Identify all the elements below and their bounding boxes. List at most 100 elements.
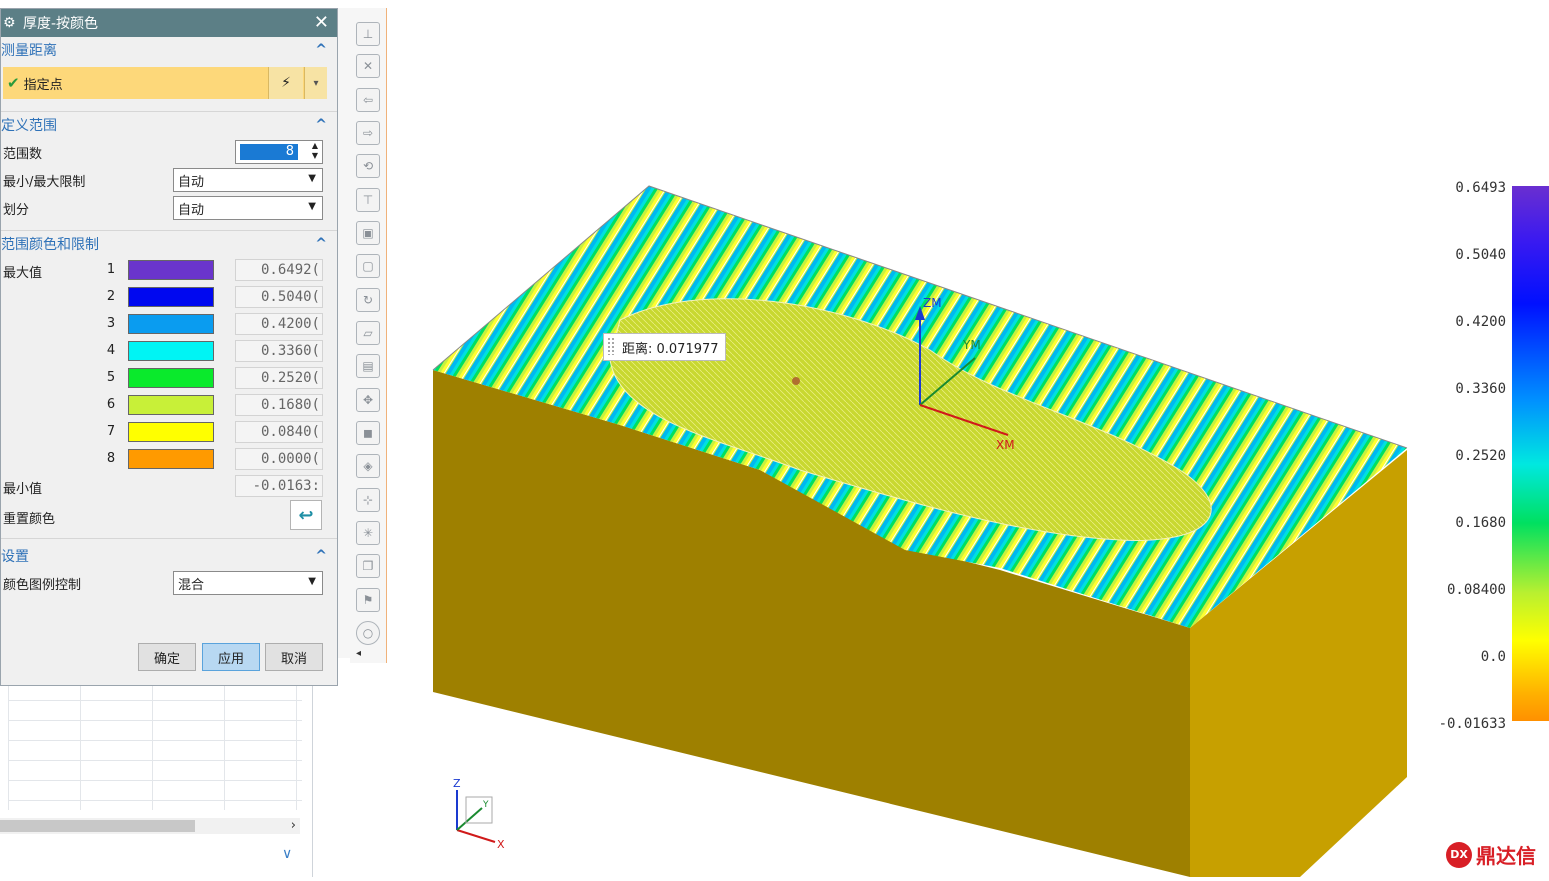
point-type-dropdown[interactable]: ▾ <box>304 67 327 99</box>
division-label: 划分 <box>3 202 30 218</box>
color-range-row: 2 0.5040( <box>1 284 337 311</box>
section-header-settings[interactable]: 设置 ^ <box>1 543 337 569</box>
range-index: 5 <box>106 370 116 385</box>
minmax-limit-label: 最小/最大限制 <box>3 174 86 190</box>
rotate-icon[interactable]: ⟲ <box>356 154 380 178</box>
range-index: 3 <box>106 316 116 331</box>
range-count-row: 范围数 8 ▲ ▼ <box>1 138 337 166</box>
range-limit-field: 0.6492( <box>235 259 323 281</box>
cube-icon[interactable]: ▣ <box>356 221 380 245</box>
scrollbar-thumb[interactable] <box>0 820 195 832</box>
layer-icon[interactable]: ▤ <box>356 354 380 378</box>
color-swatch[interactable] <box>128 341 214 361</box>
dialog-footer: 确定 应用 取消 <box>1 633 337 685</box>
legend-value-label: 0.5040 <box>1455 247 1506 263</box>
chevron-up-icon[interactable]: ^ <box>315 117 327 133</box>
color-range-list: 最大值 1 0.6492(2 0.5040(3 0.4200(4 0.3360(5 0.25… <box>1 257 337 473</box>
xm-axis-label: XM <box>996 438 1015 452</box>
range-limit-field: 0.3360( <box>235 340 323 362</box>
wcs-origin-icon[interactable]: ✕ <box>356 54 380 78</box>
color-swatch[interactable] <box>128 449 214 469</box>
divider <box>1 222 337 231</box>
chevron-up-icon[interactable]: ^ <box>315 548 327 564</box>
zm-axis-label: ZM <box>923 296 942 310</box>
color-swatch[interactable] <box>128 368 214 388</box>
color-swatch[interactable] <box>128 395 214 415</box>
watermark-logo: DX 鼎达信 <box>1446 840 1536 869</box>
legend-value-label: 0.3360 <box>1455 381 1506 397</box>
color-swatch[interactable] <box>128 314 214 334</box>
dynamic-icon[interactable]: ◈ <box>356 454 380 478</box>
triad-x-label: X <box>497 838 505 851</box>
section-header-measure[interactable]: 测量距离 ^ <box>1 37 337 63</box>
dialog-title: 厚度-按颜色 <box>23 16 99 32</box>
cancel-button[interactable]: 取消 <box>265 643 323 671</box>
thickness-by-color-dialog: ⚙ 厚度-按颜色 ✕ 测量距离 ^ ✔ 指定点 ⚡ ▾ 定义范围 ^ 范围数 8… <box>0 8 338 686</box>
expand-chevron-icon[interactable]: ∨ <box>282 846 292 862</box>
reset-colors-label: 重置颜色 <box>3 512 56 527</box>
range-limit-field: 0.5040( <box>235 286 323 308</box>
range-index: 7 <box>106 424 116 439</box>
measure-point-marker <box>792 377 800 385</box>
section-header-colors[interactable]: 范围颜色和限制 ^ <box>1 231 337 257</box>
csys-alt-icon[interactable]: ✳ <box>356 521 380 545</box>
section-header-range[interactable]: 定义范围 ^ <box>1 112 337 138</box>
legend-control-select[interactable]: 混合 ▼ <box>173 571 323 595</box>
range-limit-field: 0.1680( <box>235 394 323 416</box>
spinner-arrows-icon[interactable]: ▲ ▼ <box>312 141 318 161</box>
ok-button[interactable]: 确定 <box>138 643 196 671</box>
solid-icon[interactable]: ◼ <box>356 421 380 445</box>
point-dialog-button[interactable]: ⚡ <box>268 67 303 99</box>
distance-tooltip[interactable]: 距离: 0.071977 <box>603 333 726 361</box>
range-limit-field: 0.0840( <box>235 421 323 443</box>
range-count-value[interactable]: 8 <box>240 144 298 160</box>
legend-value-label: 0.0 <box>1480 649 1506 665</box>
drag-grip-icon[interactable] <box>607 337 615 355</box>
gear-icon: ⚙ <box>3 15 16 31</box>
color-swatch[interactable] <box>128 287 214 307</box>
watermark-text: 鼎达信 <box>1476 844 1536 868</box>
distance-text: 距离: 0.071977 <box>622 341 719 357</box>
arrow-right-icon[interactable]: ⇨ <box>356 121 380 145</box>
divider <box>1 103 337 112</box>
range-count-spinner[interactable]: 8 ▲ ▼ <box>235 140 323 164</box>
minmax-limit-row: 最小/最大限制 自动 ▼ <box>1 166 337 194</box>
reset-colors-button[interactable]: ↩ <box>290 500 322 530</box>
rotate-axis-icon[interactable]: ↻ <box>356 288 380 312</box>
min-value-row: 最小值 -0.0163: <box>1 473 337 500</box>
division-row: 划分 自动 ▼ <box>1 194 337 222</box>
toolbar-scroll-left-icon[interactable]: ◂ <box>356 648 361 659</box>
division-select[interactable]: 自动 ▼ <box>173 196 323 220</box>
copy-icon[interactable]: ❐ <box>356 554 380 578</box>
graphics-viewport[interactable]: ZM YM XM Z X Y <box>387 0 1549 877</box>
move-icon[interactable]: ✥ <box>356 388 380 412</box>
color-range-row: 5 0.2520( <box>1 365 337 392</box>
chevron-up-icon[interactable]: ^ <box>315 236 327 252</box>
color-swatch[interactable] <box>128 260 214 280</box>
min-value-field: -0.0163: <box>235 475 323 497</box>
max-value-label: 最大值 <box>3 266 43 281</box>
checkmark-icon: ✔ <box>7 74 20 92</box>
orient-icon[interactable]: ⊤ <box>356 188 380 212</box>
wcs-absolute-icon[interactable]: ⊥ <box>356 22 380 46</box>
close-icon[interactable]: ✕ <box>314 12 329 33</box>
background-table-panel: › ∨ <box>0 660 313 877</box>
range-count-label: 范围数 <box>3 146 43 162</box>
csys-icon[interactable]: ⊹ <box>356 488 380 512</box>
box-icon[interactable]: ▢ <box>356 254 380 278</box>
plane-icon[interactable]: ▱ <box>356 321 380 345</box>
apply-button[interactable]: 应用 <box>202 643 260 671</box>
circle-icon[interactable]: ○ <box>356 621 380 645</box>
specify-point-row[interactable]: ✔ 指定点 ⚡ ▾ <box>3 67 327 99</box>
horizontal-scrollbar[interactable]: › <box>0 818 300 834</box>
flag-icon[interactable]: ⚑ <box>356 588 380 612</box>
legend-value-label: 0.08400 <box>1446 582 1506 598</box>
chevron-up-icon[interactable]: ^ <box>315 42 327 58</box>
legend-control-row: 颜色图例控制 混合 ▼ <box>1 569 337 597</box>
color-range-row: 最大值 1 0.6492( <box>1 257 337 284</box>
arrow-left-icon[interactable]: ⇦ <box>356 88 380 112</box>
color-swatch[interactable] <box>128 422 214 442</box>
dialog-titlebar[interactable]: ⚙ 厚度-按颜色 ✕ <box>1 9 337 37</box>
minmax-limit-select[interactable]: 自动 ▼ <box>173 168 323 192</box>
scroll-right-arrow-icon[interactable]: › <box>291 818 296 833</box>
